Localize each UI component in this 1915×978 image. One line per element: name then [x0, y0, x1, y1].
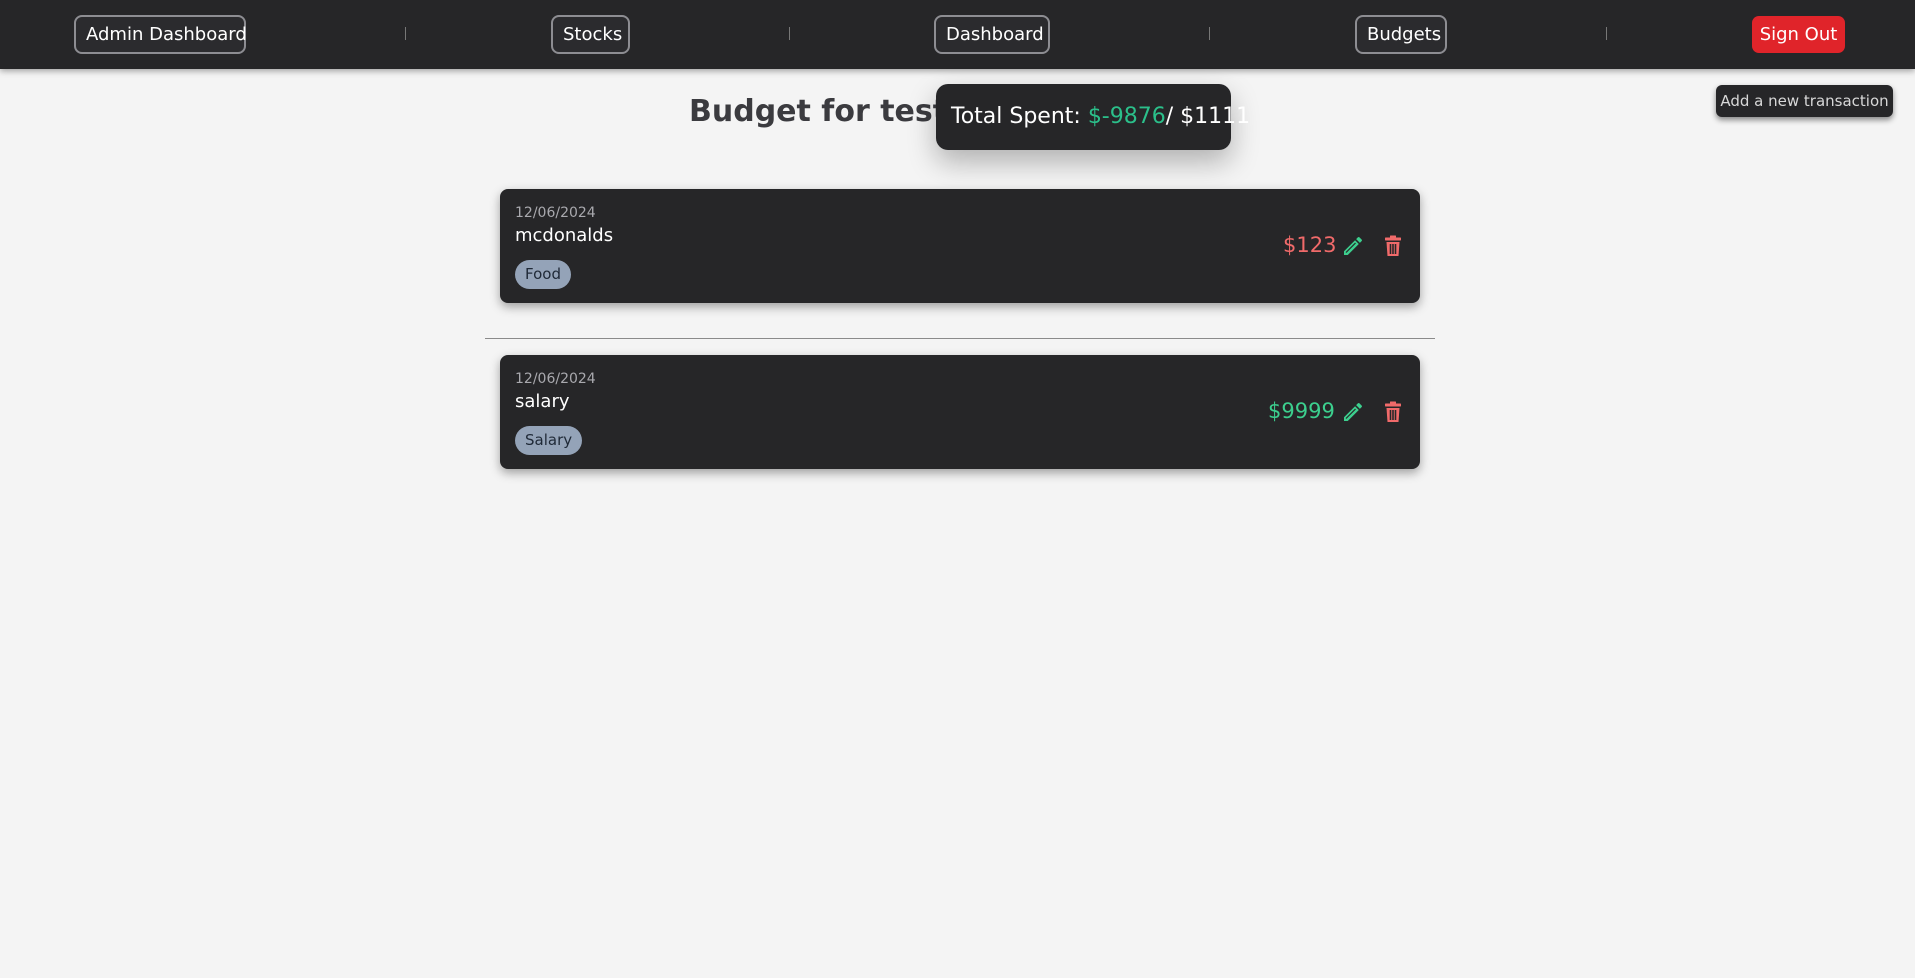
trash-icon[interactable] [1381, 400, 1405, 424]
nav-separator [405, 27, 406, 40]
transaction-date: 12/06/2024 [515, 205, 596, 221]
add-transaction-button[interactable]: Add a new transaction [1716, 85, 1893, 117]
total-spent-summary: Total Spent: $-9876/ $1111 [936, 84, 1250, 150]
top-navbar: Admin Dashboard Stocks Dashboard Budgets… [0, 0, 1915, 69]
total-budget-value: / $1111 [1165, 104, 1251, 129]
nav-dashboard-button[interactable]: Dashboard [934, 15, 1050, 54]
nav-separator [1209, 27, 1210, 40]
nav-separator [1606, 27, 1607, 40]
trash-icon[interactable] [1381, 234, 1405, 258]
page-title: Budget for test [689, 94, 948, 129]
nav-stocks-button[interactable]: Stocks [551, 15, 630, 54]
transaction-name: salary [515, 391, 570, 412]
transaction-name: mcdonalds [515, 225, 614, 246]
pencil-icon[interactable] [1341, 234, 1365, 258]
category-badge: Food [515, 260, 571, 289]
nav-budgets-button[interactable]: Budgets [1355, 15, 1447, 54]
total-spent-label: Total Spent: [951, 104, 1088, 129]
category-badge: Salary [515, 426, 583, 455]
transaction-divider [485, 338, 1435, 339]
nav-admin-dashboard-button[interactable]: Admin Dashboard [74, 15, 247, 54]
transaction-card: 12/06/2024 salary Salary $9999 [500, 355, 1420, 469]
sign-out-button[interactable]: Sign Out [1752, 16, 1845, 53]
total-spent-value: $-9876 [1087, 104, 1166, 129]
transaction-card: 12/06/2024 mcdonalds Food $123 [500, 189, 1420, 303]
pencil-icon[interactable] [1341, 400, 1365, 424]
transaction-amount: $123 [1283, 233, 1337, 257]
transaction-date: 12/06/2024 [515, 371, 596, 387]
transaction-amount: $9999 [1268, 399, 1335, 423]
nav-separator [789, 27, 790, 40]
